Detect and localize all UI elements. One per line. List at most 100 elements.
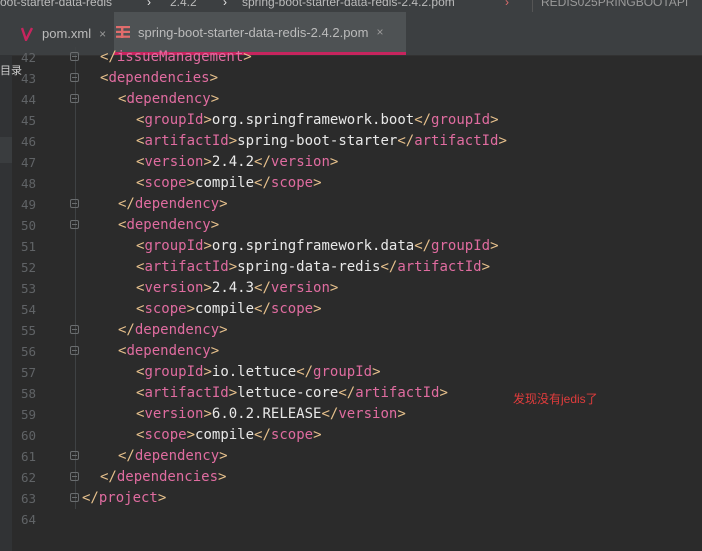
angle-bracket: > [186, 301, 196, 317]
tag-value: compile [195, 301, 255, 317]
line-number: 60 [20, 428, 36, 443]
tag-value: org.springframework.data [211, 238, 415, 254]
tag-name: artifactId [144, 385, 229, 401]
code-editor[interactable]: 42 </issueManagement> 43 <dependencies> 44 <d… [0, 47, 702, 530]
angle-bracket: > [228, 259, 238, 275]
angle-bracket: > [490, 238, 499, 254]
close-icon[interactable]: × [99, 27, 106, 41]
tag-name: version [144, 280, 204, 296]
code-line[interactable]: 50 <dependency> [0, 215, 702, 236]
tag-value: spring-boot-starter [237, 133, 398, 149]
fold-toggle-icon[interactable] [70, 346, 79, 355]
tag-name: artifactId [355, 385, 440, 401]
angle-bracket: > [228, 133, 238, 149]
tag-value: 2.4.3 [211, 280, 255, 296]
tag-name: dependency [126, 217, 211, 233]
fold-toggle-icon[interactable] [70, 73, 79, 82]
code-line[interactable]: 47 <version>2.4.2</version> [0, 152, 702, 173]
chevron-right-icon: › [223, 0, 227, 9]
code-line[interactable]: 43 <dependencies> [0, 68, 702, 89]
code-line[interactable]: 51 <groupId>org.springframework.data</gro… [0, 236, 702, 257]
fold-toggle-icon[interactable] [70, 451, 79, 460]
tag-name: version [144, 154, 204, 170]
line-number: 64 [20, 512, 36, 527]
fold-toggle-icon[interactable] [70, 199, 79, 208]
breadcrumb-item-version[interactable]: 2.4.2 [170, 0, 197, 12]
breadcrumb-item-module[interactable]: oot-starter-data-redis [0, 0, 112, 12]
angle-bracket: > [313, 175, 322, 191]
tag-name: dependencies [108, 70, 210, 86]
line-number: 51 [20, 239, 36, 254]
code-text: <scope>compile</scope> [136, 174, 322, 193]
code-text: <scope>compile</scope> [136, 426, 322, 445]
code-text: </dependency> [118, 195, 228, 214]
maven-icon [18, 25, 36, 43]
breadcrumb-item-project[interactable]: REDIS025PRINGBOOTAPI [532, 0, 688, 12]
line-number: 48 [20, 176, 36, 191]
code-line[interactable]: 53 <version>2.4.3</version> [0, 278, 702, 299]
code-line[interactable]: 42 </issueManagement> [0, 47, 702, 68]
tag-name: artifactId [397, 259, 482, 275]
code-line[interactable]: 60 <scope>compile</scope> [0, 425, 702, 446]
tag-name: version [270, 280, 330, 296]
tag-name: version [338, 406, 398, 422]
line-number: 61 [20, 449, 36, 464]
code-line[interactable]: 49 </dependency> [0, 194, 702, 215]
angle-bracket: </ [254, 427, 271, 443]
chevron-right-icon: › [505, 0, 509, 9]
code-line[interactable]: 63 </project> [0, 488, 702, 509]
breadcrumb-item-file[interactable]: spring-boot-starter-data-redis-2.4.2.pom [242, 0, 455, 12]
tag-name: scope [144, 301, 187, 317]
code-line[interactable]: 44 <dependency> [0, 89, 702, 110]
angle-bracket: </ [254, 301, 271, 317]
angle-bracket: > [329, 280, 339, 296]
fold-toggle-icon[interactable] [70, 94, 79, 103]
code-text: <version>6.0.2.RELEASE</version> [136, 405, 406, 424]
code-line[interactable]: 48 <scope>compile</scope> [0, 173, 702, 194]
line-number: 56 [20, 344, 36, 359]
tag-value: 2.4.2 [211, 154, 255, 170]
angle-bracket: > [203, 406, 212, 422]
close-icon[interactable]: × [377, 25, 384, 39]
line-number: 63 [20, 491, 36, 506]
angle-bracket: > [490, 112, 499, 128]
annotation-note: 发现没有jedis了 [513, 392, 598, 406]
code-line[interactable]: 61 </dependency> [0, 446, 702, 467]
code-text: <artifactId>spring-boot-starter</artifac… [136, 132, 507, 151]
code-line[interactable]: 64 [0, 509, 702, 530]
code-text: <version>2.4.2</version> [136, 153, 338, 172]
fold-guide [75, 257, 76, 278]
line-number: 42 [20, 50, 36, 65]
code-line[interactable]: 45 <groupId>org.springframework.boot</gro… [0, 110, 702, 131]
tab-label: pom.xml [42, 26, 92, 41]
code-line[interactable]: 57 <groupId>io.lettuce</groupId> [0, 362, 702, 383]
code-line[interactable]: 56 <dependency> [0, 341, 702, 362]
line-number: 52 [20, 260, 36, 275]
angle-bracket: > [219, 196, 228, 212]
chevron-right-icon: › [147, 0, 151, 9]
fold-toggle-icon[interactable] [70, 325, 79, 334]
angle-bracket: > [186, 427, 196, 443]
fold-guide [75, 110, 76, 131]
fold-guide [75, 152, 76, 173]
tag-name: groupId [144, 238, 204, 254]
tag-name: dependency [134, 196, 220, 212]
fold-toggle-icon[interactable] [70, 493, 79, 502]
angle-bracket: > [219, 322, 228, 338]
fold-toggle-icon[interactable] [70, 220, 79, 229]
code-line[interactable]: 54 <scope>compile</scope> [0, 299, 702, 320]
pom-file-icon [114, 23, 132, 41]
code-text: <groupId>org.springframework.boot</group… [136, 111, 499, 130]
code-line[interactable]: 52 <artifactId>spring-data-redis</artifac… [0, 257, 702, 278]
fold-toggle-icon[interactable] [70, 472, 79, 481]
angle-bracket: > [210, 343, 220, 359]
code-text: <dependencies> [100, 69, 218, 88]
code-line[interactable]: 62 </dependencies> [0, 467, 702, 488]
code-line[interactable]: 55 </dependency> [0, 320, 702, 341]
fold-toggle-icon[interactable] [70, 52, 79, 61]
code-line[interactable]: 59 <version>6.0.2.RELEASE</version> [0, 404, 702, 425]
angle-bracket: > [219, 448, 228, 464]
code-line[interactable]: 46 <artifactId>spring-boot-starter</artif… [0, 131, 702, 152]
tab-label: spring-boot-starter-data-redis-2.4.2.pom [138, 24, 369, 40]
fold-guide [75, 278, 76, 299]
